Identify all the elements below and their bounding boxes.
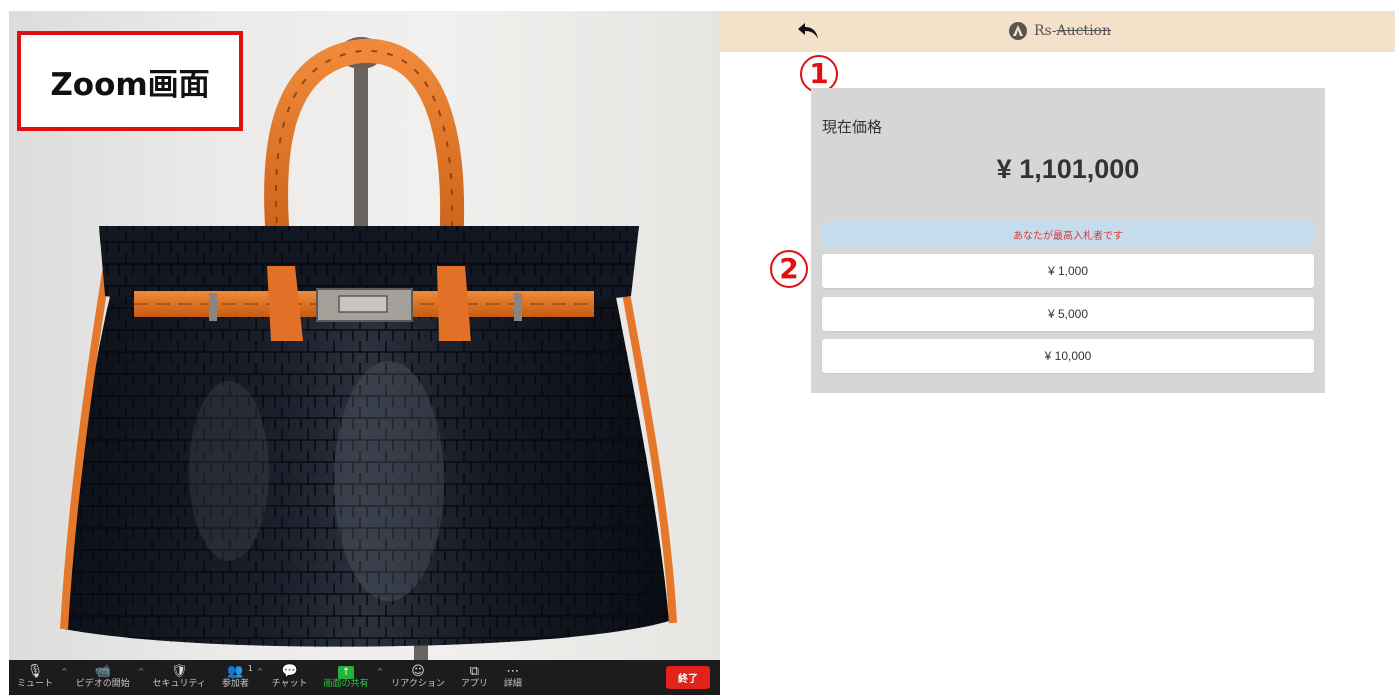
zoom-video-panel: Zoom画面 🎙 ミュート ^ 📹 ビデオの開始 ^ 🛡 セキュリティ 👥 参加者 1 ^ 💬 チャット ↑…	[9, 11, 720, 695]
brand-prefix: Rs-	[1034, 23, 1057, 39]
toolbar-share-label: 画面の共有	[323, 678, 369, 689]
more-icon: ⋯	[506, 664, 520, 679]
toolbar-apps-label: アプリ	[460, 679, 488, 689]
highest-bidder-notice: あなたが最高入札者です	[822, 221, 1314, 247]
toolbar-video-label: ビデオの開始	[75, 679, 130, 689]
current-price-value: ¥ 1,101,000	[996, 154, 1140, 184]
toolbar-share-button[interactable]: ↑ 画面の共有	[316, 660, 377, 695]
current-price-label: 現在価格	[822, 118, 883, 136]
bid-button-10000[interactable]: ¥ 10,000	[822, 339, 1314, 373]
participants-icon: 👥	[227, 664, 244, 679]
toolbar-more-button[interactable]: ⋯ 詳細	[496, 660, 530, 695]
back-arrow-icon[interactable]	[796, 21, 820, 41]
apps-icon: ⧉	[469, 664, 479, 679]
toolbar-video-button[interactable]: 📹 ビデオの開始	[68, 660, 138, 695]
participant-count: 1	[247, 664, 253, 673]
rs-logo-icon	[1009, 22, 1027, 40]
shield-icon: 🛡	[170, 664, 188, 679]
brand-title: Rs-Auction	[1034, 23, 1111, 39]
brand: Rs-Auction	[1008, 21, 1111, 41]
zoom-toolbar: 🎙 ミュート ^ 📹 ビデオの開始 ^ 🛡 セキュリティ 👥 参加者 1 ^ 💬 チャット ↑ 画面の共有 ^ ☺…	[9, 660, 720, 695]
toolbar-security-label: セキュリティ	[152, 679, 206, 689]
video-off-icon: 📹	[94, 664, 111, 679]
zoom-screen-label: Zoom画面	[17, 31, 243, 131]
toolbar-chat-label: チャット	[271, 679, 308, 689]
toolbar-participants-label: 参加者	[221, 679, 249, 689]
end-meeting-button[interactable]: 終了	[666, 666, 710, 689]
microphone-icon: 🎙	[26, 664, 44, 679]
bid-button-1000[interactable]: ¥ 1,000	[822, 254, 1314, 288]
chevron-up-icon[interactable]: ^	[61, 667, 68, 676]
toolbar-security-button[interactable]: 🛡 セキュリティ	[144, 660, 213, 695]
toolbar-apps-button[interactable]: ⧉ アプリ	[453, 660, 496, 695]
toolbar-participants-button[interactable]: 👥 参加者 1	[214, 660, 257, 695]
app-header: Rs-Auction	[720, 11, 1395, 52]
toolbar-more-label: 詳細	[503, 679, 522, 689]
chat-icon: 💬	[281, 664, 298, 679]
chevron-up-icon[interactable]: ^	[377, 667, 384, 676]
toolbar-reaction-button[interactable]: ☺ リアクション	[383, 660, 453, 695]
toolbar-chat-button[interactable]: 💬 チャット	[264, 660, 316, 695]
chevron-up-icon[interactable]: ^	[138, 667, 145, 676]
share-screen-icon: ↑	[338, 665, 355, 679]
annotation-marker-2: 2	[770, 250, 808, 288]
emoji-icon: ☺	[411, 664, 425, 679]
toolbar-mute-label: ミュート	[17, 679, 54, 689]
brand-strike: Auction	[1056, 23, 1111, 39]
chevron-up-icon[interactable]: ^	[257, 667, 264, 676]
toolbar-reaction-label: リアクション	[391, 679, 445, 689]
bid-button-5000[interactable]: ¥ 5,000	[822, 297, 1314, 331]
auction-price-card: 現在価格 ¥ 1,101,000 あなたが最高入札者です ¥ 1,000 ¥ 5…	[811, 88, 1325, 393]
toolbar-mute-button[interactable]: 🎙 ミュート	[9, 660, 61, 695]
